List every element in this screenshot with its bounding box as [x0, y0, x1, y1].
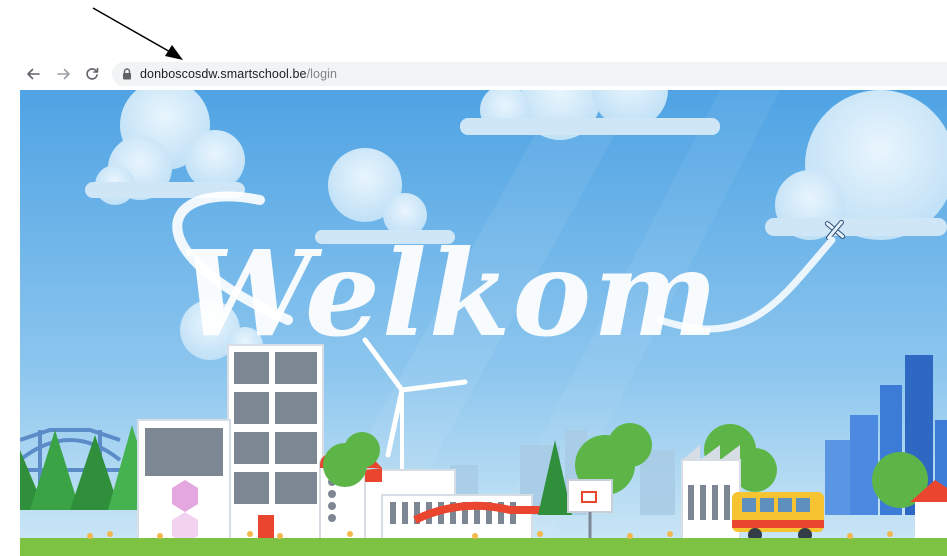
url-path: /login	[306, 67, 338, 81]
reload-icon	[86, 67, 99, 80]
browser-toolbar: donboscosdw.smartschool.be/login	[0, 60, 947, 88]
city-skyline-illustration: Welkom	[20, 90, 947, 556]
grass	[20, 538, 947, 556]
back-button[interactable]	[22, 63, 44, 85]
forward-button[interactable]	[53, 63, 75, 85]
arrow-right-icon	[57, 68, 70, 80]
address-bar[interactable]: donboscosdw.smartschool.be/login	[112, 62, 947, 86]
arrow-left-icon	[27, 68, 40, 80]
welcome-banner: Welkom	[20, 90, 947, 556]
lock-icon[interactable]	[121, 67, 133, 81]
school-building-left	[137, 419, 231, 546]
url-host: donboscosdw.smartschool.be	[140, 67, 307, 81]
school-building-tower	[227, 344, 324, 546]
factory-building	[681, 445, 741, 546]
url-text[interactable]: donboscosdw.smartschool.be/login	[140, 67, 337, 81]
page: donboscosdw.smartschool.be/login Welkom	[0, 0, 947, 556]
welcome-text: Welkom	[180, 224, 720, 363]
reload-button[interactable]	[81, 63, 103, 85]
